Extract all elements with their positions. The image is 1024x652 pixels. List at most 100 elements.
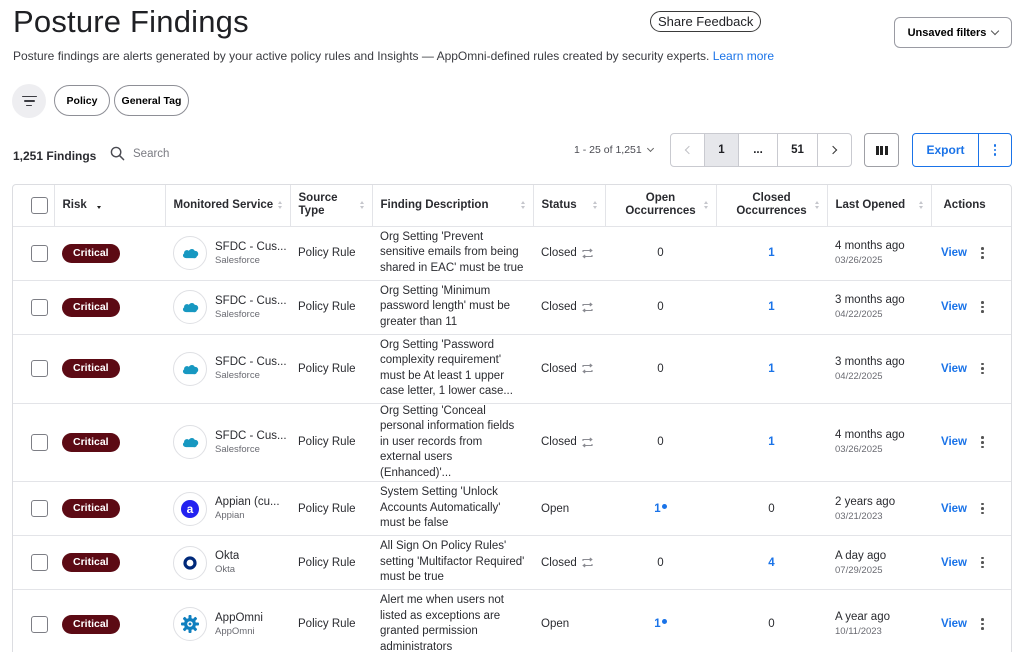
- col-header-closed[interactable]: Closed Occurrences: [716, 185, 828, 227]
- view-link[interactable]: View: [941, 436, 967, 448]
- more-vertical-icon[interactable]: [981, 502, 984, 515]
- col-header-open[interactable]: Open Occurrences: [605, 185, 717, 227]
- new-indicator-dot: [661, 503, 667, 509]
- table-row[interactable]: Critical Okta Okta Policy Rule All Sign …: [13, 535, 1011, 590]
- open-occurrences-count[interactable]: 1: [654, 618, 660, 630]
- more-vertical-icon[interactable]: [981, 301, 984, 313]
- service-platform: Salesforce: [215, 370, 260, 381]
- status-cell: Closed: [541, 436, 597, 448]
- closed-occurrences-count[interactable]: 1: [768, 301, 774, 313]
- export-button[interactable]: Export: [913, 134, 979, 166]
- col-header-service[interactable]: Monitored Service: [165, 185, 291, 227]
- closed-occurrences-count[interactable]: 1: [768, 436, 774, 448]
- share-feedback-button[interactable]: Share Feedback: [650, 11, 762, 32]
- table-row[interactable]: Critical SFDC - Cus... Salesforce Policy…: [13, 226, 1011, 281]
- row-checkbox[interactable]: [31, 360, 48, 377]
- open-occurrences-count: 0: [657, 301, 664, 313]
- closed-occurrences: 0: [716, 589, 827, 652]
- closed-occurrences-count[interactable]: 4: [768, 557, 774, 569]
- search-box[interactable]: [110, 146, 253, 161]
- finding-description: Org Setting 'Minimum password length' mu…: [380, 284, 511, 328]
- view-link[interactable]: View: [941, 503, 967, 515]
- last-opened-relative: 3 months ago: [835, 294, 905, 306]
- risk-badge: Critical: [62, 243, 120, 263]
- service-platform: Salesforce: [215, 254, 260, 266]
- search-input[interactable]: [133, 147, 253, 160]
- row-checkbox[interactable]: [31, 615, 48, 633]
- finding-description: Org Setting 'Password complexity require…: [380, 338, 513, 398]
- row-actions: View: [939, 247, 1005, 259]
- table-row[interactable]: Critical SFDC - Cus... Salesforce Policy…: [13, 403, 1011, 482]
- col-header-risk[interactable]: Risk: [54, 185, 166, 227]
- more-vertical-icon[interactable]: [981, 362, 984, 375]
- unsaved-filters-dropdown[interactable]: Unsaved filters: [894, 17, 1012, 48]
- export-more-button[interactable]: [979, 134, 1011, 166]
- filter-chip-general-tag[interactable]: General Tag: [114, 85, 189, 116]
- last-opened-date: 10/11/2023: [835, 626, 882, 637]
- more-vertical-icon[interactable]: [981, 618, 984, 630]
- col-header-last-opened[interactable]: Last Opened: [827, 185, 932, 227]
- page-ellipsis[interactable]: ...: [739, 134, 778, 166]
- appian-icon: a: [173, 491, 207, 526]
- monitored-service: SFDC - Cus... Salesforce: [173, 351, 287, 386]
- closed-occurrences-count: 0: [768, 502, 775, 515]
- chevron-left-icon: [684, 145, 694, 155]
- view-link[interactable]: View: [941, 557, 967, 569]
- status-text: Closed: [541, 247, 577, 259]
- table-row[interactable]: Critical AppOmni AppOmni Policy Rule Ale…: [13, 589, 1011, 652]
- column-view-button[interactable]: [864, 133, 899, 167]
- table-row[interactable]: Critical a Appian (cu... Appian Policy R…: [13, 481, 1011, 536]
- risk-badge: Critical: [62, 553, 120, 572]
- closed-occurrences[interactable]: 1: [716, 334, 827, 404]
- closed-occurrences-count[interactable]: 1: [768, 363, 774, 375]
- table-row[interactable]: Critical SFDC - Cus... Salesforce Policy…: [13, 334, 1011, 404]
- closed-occurrences[interactable]: 1: [716, 226, 827, 281]
- monitored-service: SFDC - Cus... Salesforce: [173, 425, 287, 460]
- more-vertical-icon[interactable]: [981, 436, 984, 449]
- row-checkbox[interactable]: [31, 298, 48, 316]
- col-header-description[interactable]: Finding Description: [372, 185, 534, 227]
- learn-more-link[interactable]: Learn more: [713, 49, 774, 63]
- col-header-source[interactable]: Source Type: [290, 185, 373, 227]
- page-1-button[interactable]: 1: [705, 134, 739, 166]
- row-checkbox[interactable]: [31, 244, 48, 262]
- closed-occurrences[interactable]: 4: [716, 535, 827, 590]
- col-header-status[interactable]: Status: [533, 185, 606, 227]
- finding-description: Org Setting 'Prevent sensitive emails fr…: [380, 230, 524, 274]
- last-opened-date: 04/22/2025: [835, 309, 883, 320]
- source-type: Policy Rule: [290, 334, 372, 404]
- reopened-icon: [582, 437, 593, 448]
- page-range-select[interactable]: 1 - 25 of 1,251: [574, 144, 654, 156]
- prev-page-button[interactable]: [671, 134, 705, 166]
- unsaved-filters-label: Unsaved filters: [907, 26, 987, 39]
- service-platform: AppOmni: [215, 625, 255, 637]
- select-all-checkbox[interactable]: [31, 196, 48, 214]
- row-checkbox[interactable]: [31, 554, 48, 571]
- closed-occurrences: 0: [716, 481, 827, 536]
- more-vertical-icon[interactable]: [981, 247, 984, 259]
- chevron-right-icon: [828, 145, 838, 155]
- closed-occurrences[interactable]: 1: [716, 403, 827, 482]
- view-link[interactable]: View: [941, 301, 967, 313]
- view-link[interactable]: View: [941, 363, 967, 375]
- findings-count: 1,251 Findings: [13, 149, 97, 163]
- closed-occurrences-count[interactable]: 1: [768, 247, 774, 259]
- findings-table: Risk Monitored Service Source Type Findi…: [12, 184, 1012, 652]
- open-occurrences[interactable]: 1: [605, 481, 716, 536]
- col-service-label: Monitored Service: [173, 198, 274, 211]
- filter-icon[interactable]: [12, 84, 46, 118]
- row-checkbox[interactable]: [31, 500, 48, 517]
- page-51-button[interactable]: 51: [778, 134, 818, 166]
- risk-badge: Critical: [62, 499, 120, 518]
- open-occurrences[interactable]: 1: [605, 589, 716, 652]
- view-link[interactable]: View: [941, 618, 967, 630]
- filter-chip-policy[interactable]: Policy: [54, 85, 110, 116]
- more-vertical-icon[interactable]: [981, 556, 984, 569]
- next-page-button[interactable]: [818, 134, 851, 166]
- row-checkbox[interactable]: [31, 433, 48, 451]
- view-link[interactable]: View: [941, 247, 967, 259]
- open-occurrences-count[interactable]: 1: [654, 503, 660, 515]
- closed-occurrences[interactable]: 1: [716, 280, 827, 335]
- more-vertical-icon: [993, 144, 997, 156]
- table-row[interactable]: Critical SFDC - Cus... Salesforce Policy…: [13, 280, 1011, 335]
